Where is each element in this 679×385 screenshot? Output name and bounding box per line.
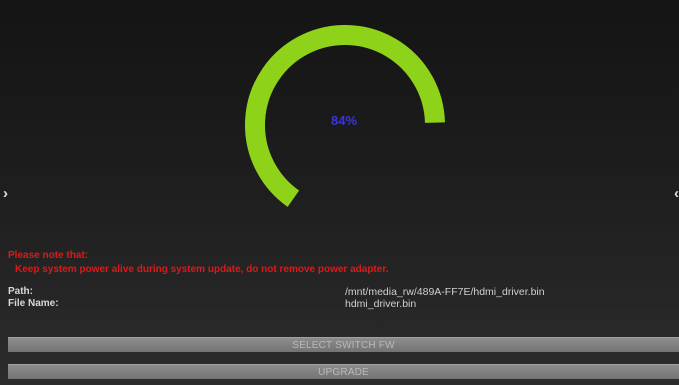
select-switch-fw-button[interactable]: SELECT SWITCH FW	[8, 337, 679, 352]
upgrade-button[interactable]: UPGRADE	[8, 364, 679, 379]
warning-message: Keep system power alive during system up…	[15, 264, 389, 275]
progress-percent-label: 84%	[330, 113, 358, 128]
warning-title: Please note that:	[8, 250, 89, 261]
file-name-label: File Name:	[8, 298, 59, 309]
chevron-right-icon[interactable]: ‹	[674, 186, 679, 201]
path-value: /mnt/media_rw/489A-FF7E/hdmi_driver.bin	[345, 286, 545, 298]
path-label: Path:	[8, 286, 33, 297]
chevron-left-icon[interactable]: ›	[3, 186, 8, 201]
progress-ring	[245, 25, 445, 207]
file-name-value: hdmi_driver.bin	[345, 298, 417, 310]
